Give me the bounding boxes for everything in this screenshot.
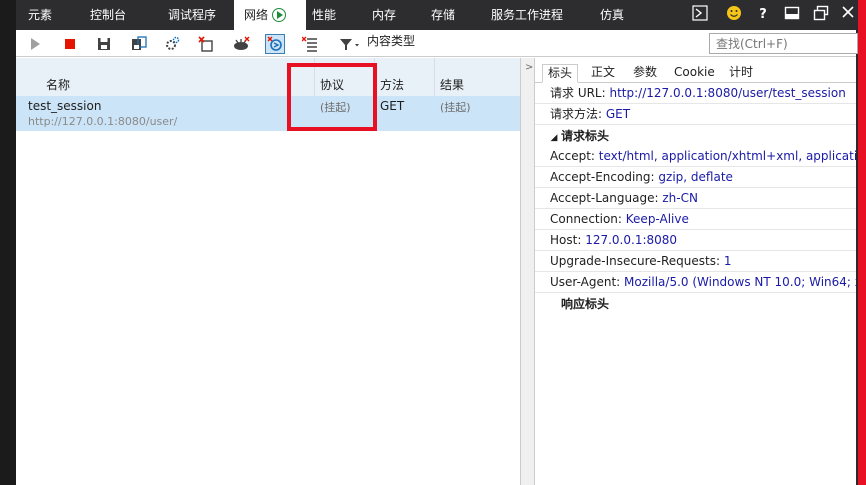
request-method: GET: [380, 99, 405, 113]
tab-memory[interactable]: 内存: [362, 0, 406, 30]
tab-label: 服务工作进程: [491, 8, 564, 22]
header-row: Host: 127.0.0.1:8080: [535, 230, 856, 251]
response-headers-section[interactable]: 响应标头: [535, 294, 856, 315]
header-row: User-Agent: Mozilla/5.0 (Windows NT 10.0…: [535, 272, 856, 293]
header-value: Mozilla/5.0 (Windows NT 10.0; Win64; x64…: [624, 275, 856, 289]
devtools-tab-bar: 元素 控制台 调试程序 网络 性能 内存 存储 服务工作进程 仿真 ?: [16, 0, 858, 30]
header-row: Upgrade-Insecure-Requests: 1: [535, 251, 856, 272]
tab-label: 内存: [372, 8, 397, 22]
recording-play-icon: [272, 8, 287, 22]
column-result-header[interactable]: 结果: [440, 76, 464, 93]
dock-icon[interactable]: [782, 5, 802, 25]
request-list-empty-area: [16, 131, 520, 485]
console-icon[interactable]: [690, 5, 710, 25]
tab-emulation[interactable]: 仿真: [590, 0, 634, 30]
tab-debugger[interactable]: 调试程序: [158, 0, 226, 30]
detail-tab-bar: 标头 正文 参数 Cookie 计时: [535, 58, 856, 83]
header-value: gzip, deflate: [658, 170, 733, 184]
tab-body[interactable]: 正文: [586, 64, 620, 83]
request-name: test_session: [28, 99, 102, 113]
tab-network[interactable]: 网络: [234, 0, 306, 30]
tab-service-workers[interactable]: 服务工作进程: [481, 0, 573, 30]
header-key: Accept-Language:: [550, 191, 659, 205]
section-title: 请求标头: [561, 129, 610, 143]
request-url-row: 请求 URL: http://127.0.0.1:8080/user/test_…: [535, 83, 856, 104]
help-button[interactable]: ?: [753, 5, 773, 25]
request-url: http://127.0.0.1:8080/user/: [28, 115, 178, 128]
tab-label: 存储: [431, 8, 456, 22]
window-left-border: [0, 0, 16, 485]
annotation-highlight-box: [287, 63, 377, 131]
header-key: Host:: [550, 233, 582, 247]
undock-icon[interactable]: [811, 5, 831, 25]
request-method-key: 请求方法:: [550, 107, 603, 121]
filter-funnel-icon[interactable]: [337, 34, 365, 54]
tab-performance[interactable]: 性能: [302, 0, 346, 30]
window-right-border: [858, 0, 866, 485]
header-value: Keep-Alive: [625, 212, 689, 226]
network-toolbar: 内容类型: [16, 30, 858, 57]
tab-elements[interactable]: 元素: [18, 0, 62, 30]
request-result: (挂起): [440, 101, 471, 114]
close-icon[interactable]: [838, 5, 858, 25]
tab-console[interactable]: 控制台: [80, 0, 136, 30]
feedback-smiley-icon[interactable]: [724, 5, 744, 25]
request-url-key: 请求 URL:: [550, 86, 606, 100]
import-har-icon[interactable]: [129, 34, 149, 54]
tab-label: 调试程序: [168, 8, 217, 22]
header-key: Accept-Encoding:: [550, 170, 655, 184]
clear-entries-icon[interactable]: [196, 34, 216, 54]
tab-label: 元素: [28, 8, 53, 22]
header-key: User-Agent:: [550, 275, 621, 289]
request-list-header: 名称 协议 方法 结果: [16, 58, 520, 132]
throttling-gear-icon[interactable]: [162, 34, 182, 54]
header-value: 127.0.0.1:8080: [585, 233, 678, 247]
content-type-filter[interactable]: 内容类型: [367, 30, 415, 52]
tab-label: 网络: [244, 8, 269, 22]
table-row[interactable]: test_session http://127.0.0.1:8080/user/…: [16, 96, 520, 131]
tab-label: 控制台: [90, 8, 127, 22]
save-icon[interactable]: [94, 34, 114, 54]
stop-icon[interactable]: [60, 34, 80, 54]
always-refresh-icon[interactable]: [265, 34, 285, 54]
column-method-header[interactable]: 方法: [380, 76, 404, 93]
header-row: Accept-Language: zh-CN: [535, 188, 856, 209]
header-row: Accept-Encoding: gzip, deflate: [535, 167, 856, 188]
header-value: text/html, application/xhtml+xml, applic…: [598, 149, 856, 163]
header-key: Connection:: [550, 212, 622, 226]
tab-timings[interactable]: 计时: [724, 64, 758, 83]
column-name-header[interactable]: 名称: [46, 76, 70, 93]
tab-label: 仿真: [600, 8, 625, 22]
header-value: 1: [723, 254, 732, 268]
request-method-row: 请求方法: GET: [535, 104, 856, 125]
tab-storage[interactable]: 存储: [421, 0, 465, 30]
clear-cookies-icon[interactable]: [231, 34, 251, 54]
section-title: 响应标头: [561, 297, 610, 311]
request-headers-section[interactable]: ◢ 请求标头: [535, 126, 856, 147]
panel-splitter[interactable]: >: [520, 58, 535, 485]
header-key: Accept:: [550, 149, 595, 163]
tab-label: 性能: [312, 8, 337, 22]
request-url-value: http://127.0.0.1:8080/user/test_session: [609, 86, 846, 100]
header-row: Accept: text/html, application/xhtml+xml…: [535, 146, 856, 167]
tab-parameters[interactable]: 参数: [628, 64, 662, 83]
header-key: Upgrade-Insecure-Requests:: [550, 254, 721, 268]
clear-list-icon[interactable]: [300, 34, 320, 54]
expand-arrow-icon[interactable]: >: [525, 62, 533, 73]
start-play-icon[interactable]: [25, 34, 45, 54]
tab-cookies[interactable]: Cookie: [669, 64, 720, 83]
request-method-value: GET: [605, 107, 631, 121]
header-value: zh-CN: [662, 191, 698, 205]
tab-headers[interactable]: 标头: [542, 64, 579, 83]
search-input[interactable]: [709, 33, 858, 54]
header-row: Connection: Keep-Alive: [535, 209, 856, 230]
